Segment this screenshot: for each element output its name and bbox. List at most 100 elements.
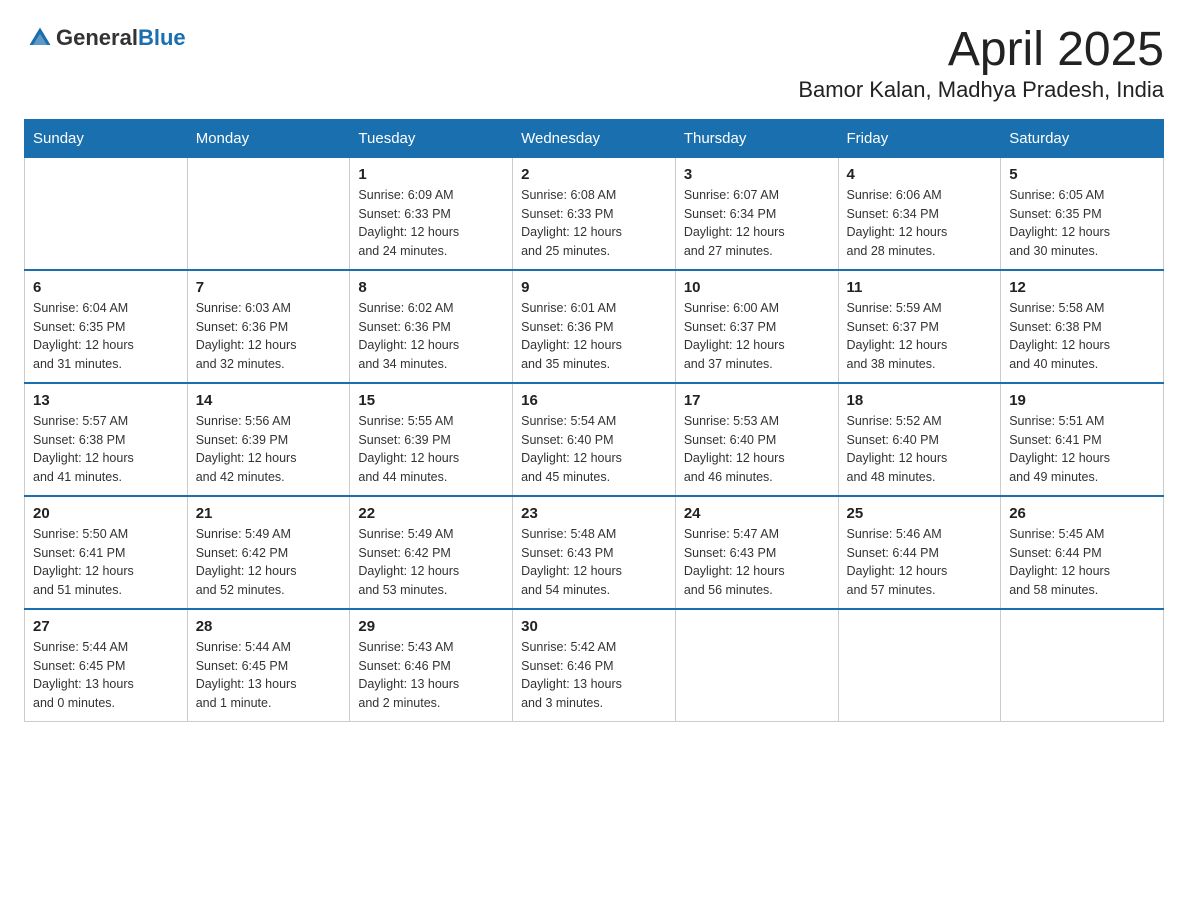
calendar-cell: 4Sunrise: 6:06 AM Sunset: 6:34 PM Daylig… — [838, 157, 1001, 270]
day-info: Sunrise: 5:52 AM Sunset: 6:40 PM Dayligh… — [847, 412, 993, 487]
day-info: Sunrise: 5:48 AM Sunset: 6:43 PM Dayligh… — [521, 525, 667, 600]
day-number: 3 — [684, 166, 830, 183]
day-info: Sunrise: 5:46 AM Sunset: 6:44 PM Dayligh… — [847, 525, 993, 600]
calendar-cell: 14 Sunrise: 5:56 AM Sunset: 6:39 PM Dayli… — [187, 383, 350, 496]
page-header: GeneralBlue April 2025 Bamor Kalan, Madh… — [24, 24, 1164, 103]
header-monday: Monday — [187, 119, 350, 157]
header-tuesday: Tuesday — [350, 119, 513, 157]
day-number: 2 — [521, 166, 667, 183]
logo-blue: Blue — [138, 25, 186, 50]
day-info: Sunrise: 6:05 AM Sunset: 6:35 PM Dayligh… — [1009, 186, 1155, 261]
day-number: 21 — [196, 505, 342, 522]
calendar-cell: 20Sunrise: 5:50 AM Sunset: 6:41 PM Dayli… — [25, 496, 188, 609]
logo-general: General — [56, 25, 138, 50]
day-number: 28 — [196, 618, 342, 635]
day-info: Sunrise: 6:09 AM Sunset: 6:33 PM Dayligh… — [358, 186, 504, 261]
day-number: 29 — [358, 618, 504, 635]
calendar-cell: 25 Sunrise: 5:46 AM Sunset: 6:44 PM Dayli… — [838, 496, 1001, 609]
calendar-cell: 5 Sunrise: 6:05 AM Sunset: 6:35 PM Daylig… — [1001, 157, 1164, 270]
calendar-cell — [25, 157, 188, 270]
calendar-cell: 26 Sunrise: 5:45 AM Sunset: 6:44 PM Dayli… — [1001, 496, 1164, 609]
calendar-cell — [838, 609, 1001, 722]
day-number: 7 — [196, 279, 342, 296]
calendar-cell: 28 Sunrise: 5:44 AM Sunset: 6:45 PM Dayli… — [187, 609, 350, 722]
calendar-cell: 30Sunrise: 5:42 AM Sunset: 6:46 PM Dayli… — [513, 609, 676, 722]
day-number: 5 — [1009, 166, 1155, 183]
calendar-cell: 29 Sunrise: 5:43 AM Sunset: 6:46 PM Dayli… — [350, 609, 513, 722]
day-info: Sunrise: 5:45 AM Sunset: 6:44 PM Dayligh… — [1009, 525, 1155, 600]
day-info: Sunrise: 6:07 AM Sunset: 6:34 PM Dayligh… — [684, 186, 830, 261]
header-wednesday: Wednesday — [513, 119, 676, 157]
day-number: 6 — [33, 279, 179, 296]
calendar-cell: 11 Sunrise: 5:59 AM Sunset: 6:37 PM Dayli… — [838, 270, 1001, 383]
day-info: Sunrise: 6:08 AM Sunset: 6:33 PM Dayligh… — [521, 186, 667, 261]
calendar-cell: 9Sunrise: 6:01 AM Sunset: 6:36 PM Daylig… — [513, 270, 676, 383]
day-number: 12 — [1009, 279, 1155, 296]
day-number: 24 — [684, 505, 830, 522]
calendar-cell: 12 Sunrise: 5:58 AM Sunset: 6:38 PM Dayli… — [1001, 270, 1164, 383]
calendar-week-row: 6 Sunrise: 6:04 AM Sunset: 6:35 PM Daylig… — [25, 270, 1164, 383]
day-info: Sunrise: 5:43 AM Sunset: 6:46 PM Dayligh… — [358, 638, 504, 713]
day-info: Sunrise: 5:55 AM Sunset: 6:39 PM Dayligh… — [358, 412, 504, 487]
day-info: Sunrise: 5:56 AM Sunset: 6:39 PM Dayligh… — [196, 412, 342, 487]
day-info: Sunrise: 5:42 AM Sunset: 6:46 PM Dayligh… — [521, 638, 667, 713]
day-number: 25 — [847, 505, 993, 522]
calendar-week-row: 1Sunrise: 6:09 AM Sunset: 6:33 PM Daylig… — [25, 157, 1164, 270]
day-info: Sunrise: 5:57 AM Sunset: 6:38 PM Dayligh… — [33, 412, 179, 487]
day-info: Sunrise: 5:51 AM Sunset: 6:41 PM Dayligh… — [1009, 412, 1155, 487]
calendar-table: Sunday Monday Tuesday Wednesday Thursday… — [24, 119, 1164, 722]
logo: GeneralBlue — [24, 24, 186, 52]
calendar-cell: 19 Sunrise: 5:51 AM Sunset: 6:41 PM Dayli… — [1001, 383, 1164, 496]
day-number: 11 — [847, 279, 993, 296]
calendar-cell: 13Sunrise: 5:57 AM Sunset: 6:38 PM Dayli… — [25, 383, 188, 496]
calendar-cell — [675, 609, 838, 722]
calendar-cell: 10 Sunrise: 6:00 AM Sunset: 6:37 PM Dayli… — [675, 270, 838, 383]
day-info: Sunrise: 5:58 AM Sunset: 6:38 PM Dayligh… — [1009, 299, 1155, 374]
calendar-cell: 23Sunrise: 5:48 AM Sunset: 6:43 PM Dayli… — [513, 496, 676, 609]
calendar-week-row: 20Sunrise: 5:50 AM Sunset: 6:41 PM Dayli… — [25, 496, 1164, 609]
day-number: 26 — [1009, 505, 1155, 522]
day-info: Sunrise: 5:53 AM Sunset: 6:40 PM Dayligh… — [684, 412, 830, 487]
calendar-title: April 2025 — [798, 24, 1164, 77]
day-info: Sunrise: 6:06 AM Sunset: 6:34 PM Dayligh… — [847, 186, 993, 261]
calendar-cell: 3 Sunrise: 6:07 AM Sunset: 6:34 PM Daylig… — [675, 157, 838, 270]
calendar-header-row: Sunday Monday Tuesday Wednesday Thursday… — [25, 119, 1164, 157]
calendar-cell: 8 Sunrise: 6:02 AM Sunset: 6:36 PM Daylig… — [350, 270, 513, 383]
day-info: Sunrise: 6:00 AM Sunset: 6:37 PM Dayligh… — [684, 299, 830, 374]
day-info: Sunrise: 5:44 AM Sunset: 6:45 PM Dayligh… — [33, 638, 179, 713]
title-block: April 2025 Bamor Kalan, Madhya Pradesh, … — [798, 24, 1164, 103]
calendar-cell: 17Sunrise: 5:53 AM Sunset: 6:40 PM Dayli… — [675, 383, 838, 496]
day-number: 14 — [196, 392, 342, 409]
calendar-cell: 15 Sunrise: 5:55 AM Sunset: 6:39 PM Dayli… — [350, 383, 513, 496]
day-info: Sunrise: 6:02 AM Sunset: 6:36 PM Dayligh… — [358, 299, 504, 374]
header-thursday: Thursday — [675, 119, 838, 157]
day-number: 15 — [358, 392, 504, 409]
calendar-subtitle: Bamor Kalan, Madhya Pradesh, India — [798, 77, 1164, 103]
calendar-cell: 24 Sunrise: 5:47 AM Sunset: 6:43 PM Dayli… — [675, 496, 838, 609]
day-number: 8 — [358, 279, 504, 296]
calendar-cell — [1001, 609, 1164, 722]
logo-icon — [26, 24, 54, 52]
calendar-cell: 18Sunrise: 5:52 AM Sunset: 6:40 PM Dayli… — [838, 383, 1001, 496]
day-info: Sunrise: 6:01 AM Sunset: 6:36 PM Dayligh… — [521, 299, 667, 374]
calendar-cell: 27 Sunrise: 5:44 AM Sunset: 6:45 PM Dayli… — [25, 609, 188, 722]
day-info: Sunrise: 6:04 AM Sunset: 6:35 PM Dayligh… — [33, 299, 179, 374]
day-number: 22 — [358, 505, 504, 522]
calendar-week-row: 13Sunrise: 5:57 AM Sunset: 6:38 PM Dayli… — [25, 383, 1164, 496]
calendar-cell: 16Sunrise: 5:54 AM Sunset: 6:40 PM Dayli… — [513, 383, 676, 496]
calendar-cell: 21Sunrise: 5:49 AM Sunset: 6:42 PM Dayli… — [187, 496, 350, 609]
day-info: Sunrise: 5:44 AM Sunset: 6:45 PM Dayligh… — [196, 638, 342, 713]
day-number: 27 — [33, 618, 179, 635]
day-number: 20 — [33, 505, 179, 522]
day-info: Sunrise: 5:59 AM Sunset: 6:37 PM Dayligh… — [847, 299, 993, 374]
header-saturday: Saturday — [1001, 119, 1164, 157]
day-number: 16 — [521, 392, 667, 409]
day-info: Sunrise: 5:49 AM Sunset: 6:42 PM Dayligh… — [358, 525, 504, 600]
calendar-cell: 6 Sunrise: 6:04 AM Sunset: 6:35 PM Daylig… — [25, 270, 188, 383]
day-number: 10 — [684, 279, 830, 296]
calendar-cell: 2 Sunrise: 6:08 AM Sunset: 6:33 PM Daylig… — [513, 157, 676, 270]
day-info: Sunrise: 5:47 AM Sunset: 6:43 PM Dayligh… — [684, 525, 830, 600]
header-friday: Friday — [838, 119, 1001, 157]
calendar-cell: 1Sunrise: 6:09 AM Sunset: 6:33 PM Daylig… — [350, 157, 513, 270]
day-number: 19 — [1009, 392, 1155, 409]
